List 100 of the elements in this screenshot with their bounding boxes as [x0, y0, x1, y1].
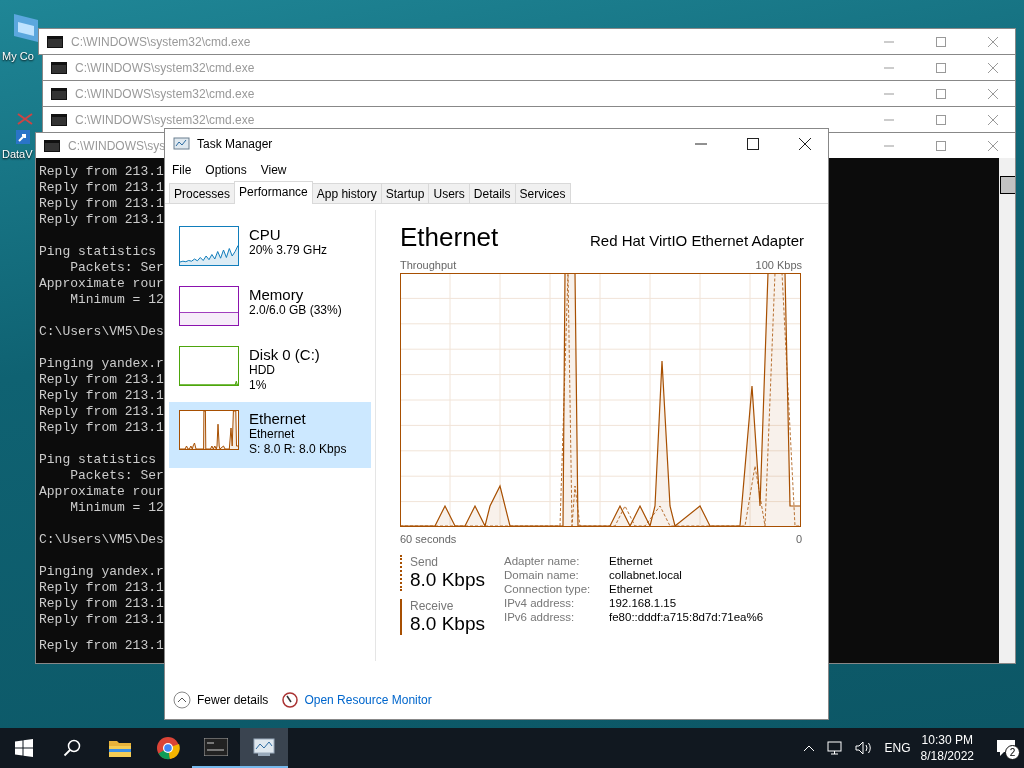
folder-icon — [108, 738, 132, 758]
console-icon — [47, 35, 63, 48]
tab[interactable]: Performance — [234, 181, 313, 204]
console-line: Approximate rour — [39, 484, 164, 500]
window-title: Task Manager — [197, 137, 273, 151]
fewer-details-button[interactable]: Fewer details — [173, 691, 269, 709]
desktop-icon-label[interactable]: My Co — [2, 50, 34, 62]
gauge-icon — [282, 692, 299, 708]
console-line: Reply from 213.1 — [39, 164, 164, 180]
property-value: collabnet.local — [609, 569, 683, 581]
console-line: Minimum = 12 — [69, 500, 164, 516]
console-line: Ping statistics — [39, 452, 158, 468]
resource-item[interactable]: Ethernet Ethernet S: 8.0 R: 8.0 Kbps — [169, 402, 371, 468]
console-line: Approximate rour — [39, 276, 164, 292]
property-label: Adapter name: — [504, 555, 581, 567]
tab[interactable]: Services — [514, 183, 571, 203]
resource-item[interactable]: CPU 20% 3.79 GHz — [169, 222, 371, 282]
time-end: 0 — [795, 533, 802, 545]
property-value: fe80::dddf:a715:8d7d:71ea%6 — [609, 611, 764, 623]
resource-item[interactable]: Disk 0 (C:) HDD 1% — [169, 342, 371, 402]
console-line: Reply from 213.1 — [39, 388, 164, 404]
console-icon — [51, 61, 67, 74]
resource-name: Disk 0 (C:) — [249, 346, 320, 363]
window-title: C:\WINDOWS\system32\cmd.exe — [75, 86, 255, 101]
console-line: Packets: Ser — [69, 468, 164, 484]
property-label: Domain name: — [504, 569, 580, 581]
chart-label: Throughput — [400, 259, 457, 271]
property-value: 192.168.1.15 — [609, 597, 678, 609]
property-label: Connection type: — [504, 583, 592, 595]
resource-stat: HDD — [249, 363, 276, 378]
tab[interactable]: Processes — [169, 183, 236, 203]
window-title: C:\WINDOWS\system32\cmd.exe — [71, 34, 251, 49]
console-line: Ping statistics — [39, 244, 158, 260]
close-icon[interactable] — [799, 138, 811, 150]
chevron-up-icon[interactable] — [802, 744, 815, 752]
window-title: C:\WINDOWS\system32\cmd.exe — [75, 112, 255, 127]
property-value: Ethernet — [609, 555, 654, 567]
clock[interactable]: 10:30 PM 8/18/2022 — [920, 732, 974, 764]
console-line: Pinging yandex.r — [39, 356, 164, 372]
resource-stat: S: 8.0 R: 8.0 Kbps — [249, 442, 347, 457]
monitor-chart-icon — [173, 136, 191, 152]
receive-rate: 8.0 Kbps — [410, 613, 486, 635]
language-indicator[interactable]: ENG — [884, 741, 911, 755]
property-label: IPv6 address: — [504, 611, 576, 623]
tab[interactable]: Users — [428, 183, 470, 203]
resource-name: Memory — [249, 286, 305, 303]
resource-title: Ethernet — [400, 222, 499, 253]
console-line: Reply from 213.1 — [39, 420, 164, 436]
adapter-name: Red Hat VirtIO Ethernet Adapter — [590, 232, 804, 249]
receive-label: Receive — [410, 599, 455, 613]
desktop-icon-label[interactable]: DataV — [2, 148, 33, 160]
resource-stat: 1% — [249, 378, 268, 393]
window-title: C:\WINDOWS\system32\cmd.exe — [75, 60, 255, 75]
console-line: Reply from 213.1 — [39, 404, 164, 420]
console-line: Reply from 213.1 — [39, 612, 164, 628]
console-line: Reply from 213.1 — [39, 372, 164, 388]
menu-item[interactable]: File — [172, 163, 192, 177]
notification-count: 2 — [1005, 745, 1020, 760]
console-line: Pinging yandex.r — [39, 564, 164, 580]
console-line: Reply from 213.1 — [39, 212, 164, 228]
resource-stat: 2.0/6.0 GB (33%) — [249, 303, 342, 318]
console-line: Reply from 213.1 — [39, 180, 164, 196]
console-line: Reply from 213.1 — [39, 596, 164, 612]
time-span: 60 seconds — [400, 533, 457, 545]
console-line: Reply from 213.1 — [39, 638, 164, 654]
property-label: IPv4 address: — [504, 597, 576, 609]
tab[interactable]: Startup — [380, 183, 430, 203]
console-icon — [51, 87, 67, 100]
console-line: Reply from 213.1 — [39, 196, 164, 212]
chart-max: 100 Kbps — [755, 259, 802, 271]
console-line: Minimum = 12 — [69, 292, 164, 308]
monitor-chart-icon — [252, 737, 276, 757]
console-line: C:\Users\VM5\Des — [39, 324, 164, 340]
console-icon — [204, 738, 228, 756]
menu-item[interactable]: View — [260, 163, 287, 177]
resource-name: CPU — [249, 226, 282, 243]
resource-monitor-link[interactable]: Open Resource Monitor — [304, 693, 432, 707]
browser-icon — [156, 736, 180, 760]
console-line: C:\Users\VM5\Des — [39, 532, 164, 548]
collapse-icon — [173, 691, 191, 709]
tab[interactable]: App history — [311, 183, 382, 203]
resource-name: Ethernet — [249, 410, 307, 427]
tab[interactable]: Details — [468, 183, 516, 203]
network-icon[interactable] — [826, 741, 843, 755]
resource-item[interactable]: Memory 2.0/6.0 GB (33%) — [169, 282, 371, 342]
console-line: Reply from 213.1 — [39, 580, 164, 596]
console-icon — [51, 113, 67, 126]
send-label: Send — [410, 555, 440, 569]
menu-item[interactable]: Options — [205, 163, 247, 177]
window-title: C:\WINDOWS\sys — [68, 138, 166, 153]
console-line: Packets: Ser — [69, 260, 164, 276]
search-icon — [63, 739, 81, 757]
send-rate: 8.0 Kbps — [410, 569, 486, 591]
scrollbar[interactable] — [999, 158, 1015, 663]
windows-logo-icon — [15, 739, 33, 757]
taskbar-button[interactable] — [240, 728, 288, 768]
property-value: Ethernet — [609, 583, 654, 595]
volume-icon[interactable] — [854, 741, 873, 755]
resource-stat: 20% 3.79 GHz — [249, 243, 328, 258]
maximize-icon[interactable] — [747, 138, 759, 150]
